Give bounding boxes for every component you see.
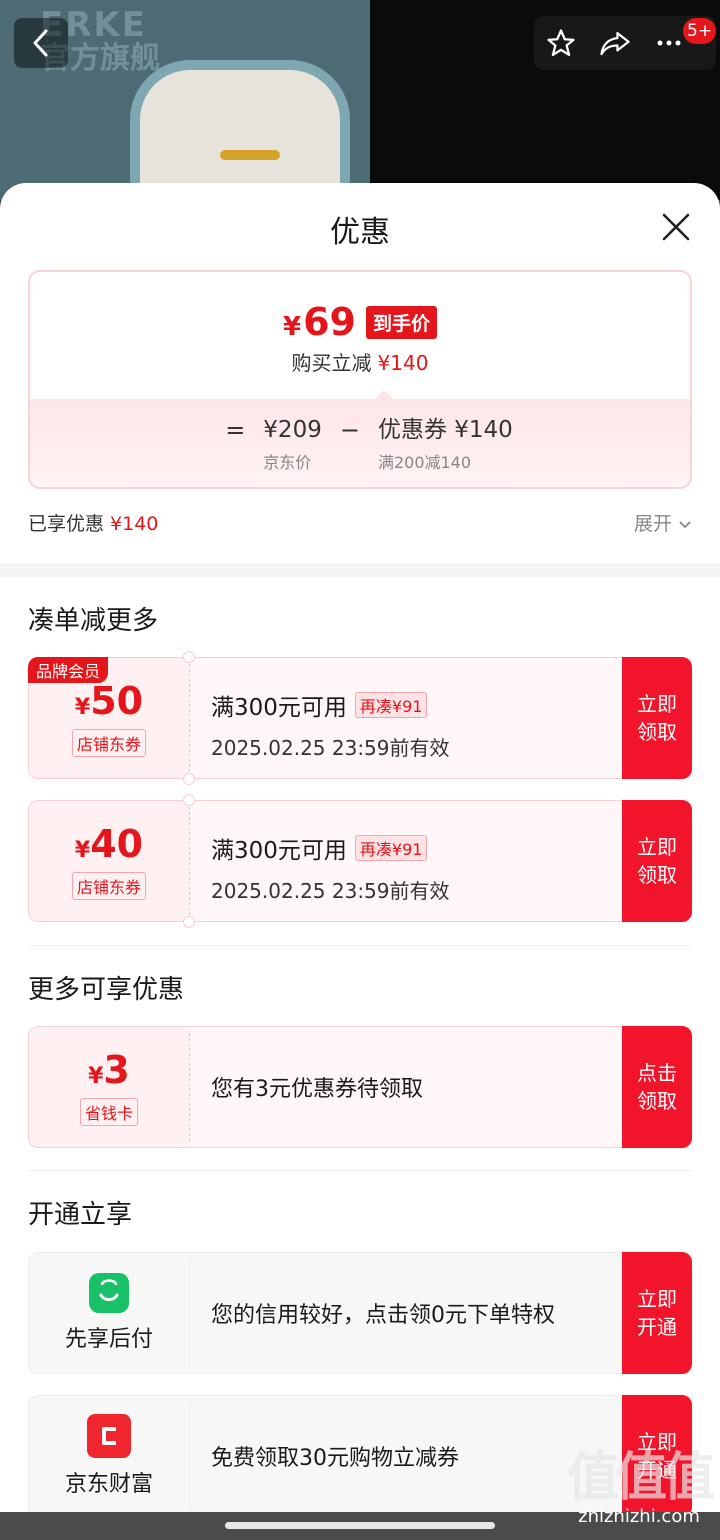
- final-price-tag: 到手价: [365, 305, 437, 339]
- expand-button[interactable]: 展开: [634, 509, 692, 536]
- pay-later-text: 您的信用较好，点击领0元下单特权: [211, 1303, 555, 1328]
- claim-coupon-button[interactable]: 立即 领取: [622, 657, 692, 779]
- section-title-more: 更多可享优惠: [28, 975, 185, 1005]
- home-indicator[interactable]: [225, 1522, 495, 1529]
- coupon-card: ¥40 店铺东券 满300元可用 再凑¥91 2025.02.25 23:59前有…: [28, 794, 692, 928]
- member-tag: 品牌会员: [28, 657, 109, 683]
- jd-price: ¥209: [263, 417, 322, 443]
- back-button[interactable]: [14, 18, 68, 68]
- coupon-type: 店铺东券: [71, 872, 146, 900]
- section-title-bundle: 凑单减更多: [28, 606, 159, 636]
- shoe-image: [130, 60, 350, 200]
- coupon-value: ¥40: [74, 822, 144, 866]
- section-gap: [0, 563, 720, 577]
- savings-card: ¥3 省钱卡 您有3元优惠券待领取 点击 领取: [28, 1026, 692, 1148]
- section-title-open: 开通立享: [28, 1200, 133, 1230]
- pay-later-card: 先享后付 您的信用较好，点击领0元下单特权 立即 开通: [28, 1252, 692, 1374]
- divider: [28, 945, 692, 946]
- price-formula: = ¥209 京东价 − 优惠券 ¥140 满200减140: [30, 390, 690, 487]
- savings-value: ¥3: [88, 1048, 130, 1092]
- savings-text: 您有3元优惠券待领取: [211, 1077, 423, 1102]
- discount-line: 购买立减 ¥140: [291, 351, 429, 375]
- coupon-validity: 2025.02.25 23:59前有效: [211, 879, 450, 903]
- equals-sign: =: [225, 416, 246, 444]
- notification-badge: 5+: [683, 18, 717, 44]
- claim-coupon-button[interactable]: 立即 领取: [622, 800, 692, 922]
- coupon-more-tag: 再凑¥91: [354, 835, 428, 861]
- final-price: 69: [303, 300, 356, 344]
- coupon-validity: 2025.02.25 23:59前有效: [211, 736, 450, 760]
- shopping-bag-icon: [89, 1273, 129, 1313]
- coupon-condition: 满300元可用: [211, 838, 347, 864]
- jd-finance-label: 京东财富: [64, 1472, 153, 1497]
- discount-sheet: 优惠 ¥ 69 到手价 购买立减 ¥140 = ¥209 京东价 − 优惠券 ¥…: [0, 183, 720, 1540]
- watermark: 值值值 zhizhizhi.com: [566, 1448, 715, 1527]
- savings-card-type: 省钱卡: [79, 1098, 138, 1126]
- coupon-value: ¥50: [74, 679, 144, 723]
- jd-finance-text: 免费领取30元购物立减券: [211, 1446, 459, 1471]
- price-currency: ¥: [283, 312, 302, 342]
- jd-finance-icon: [87, 1414, 131, 1458]
- coupon-amount: 优惠券 ¥140: [377, 417, 513, 443]
- coupon-type: 店铺东券: [71, 729, 146, 757]
- price-card: ¥ 69 到手价 购买立减 ¥140 = ¥209 京东价 − 优惠券 ¥140 …: [28, 270, 692, 489]
- claim-savings-button[interactable]: 点击 领取: [622, 1026, 692, 1148]
- coupon-more-tag: 再凑¥91: [354, 692, 428, 718]
- more-icon[interactable]: [654, 28, 684, 58]
- sheet-title: 优惠: [330, 215, 390, 250]
- back-icon: [33, 29, 48, 57]
- coupon-card: 品牌会员 ¥50 店铺东券 满300元可用 再凑¥91 2025.02.25 23…: [28, 651, 692, 785]
- open-pay-later-button[interactable]: 立即 开通: [622, 1252, 692, 1374]
- share-icon[interactable]: [599, 28, 631, 58]
- enjoyed-discount: 已享优惠 ¥140: [28, 513, 159, 535]
- pay-later-label: 先享后付: [64, 1327, 153, 1352]
- jd-price-label: 京东价: [263, 453, 312, 472]
- divider: [28, 1170, 692, 1171]
- close-icon[interactable]: [656, 207, 696, 247]
- chevron-down-icon: [679, 521, 691, 529]
- coupon-condition: 满300元可用: [211, 695, 347, 721]
- coupon-rule: 满200减140: [377, 453, 472, 472]
- star-icon[interactable]: [546, 28, 576, 58]
- minus-sign: −: [339, 416, 360, 444]
